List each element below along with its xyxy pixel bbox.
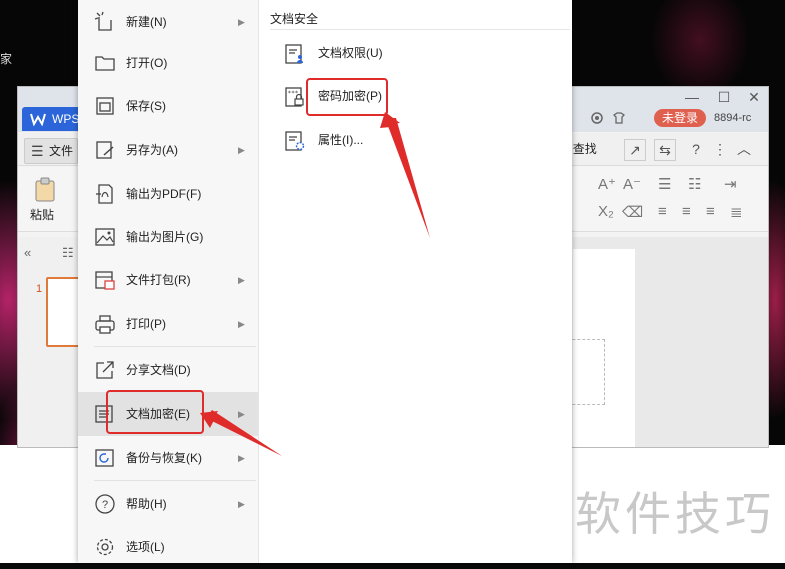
arrow-to-document-encrypt [200,410,282,456]
annotation-arrows [200,112,430,456]
arrow-to-password-encrypt [380,112,430,238]
